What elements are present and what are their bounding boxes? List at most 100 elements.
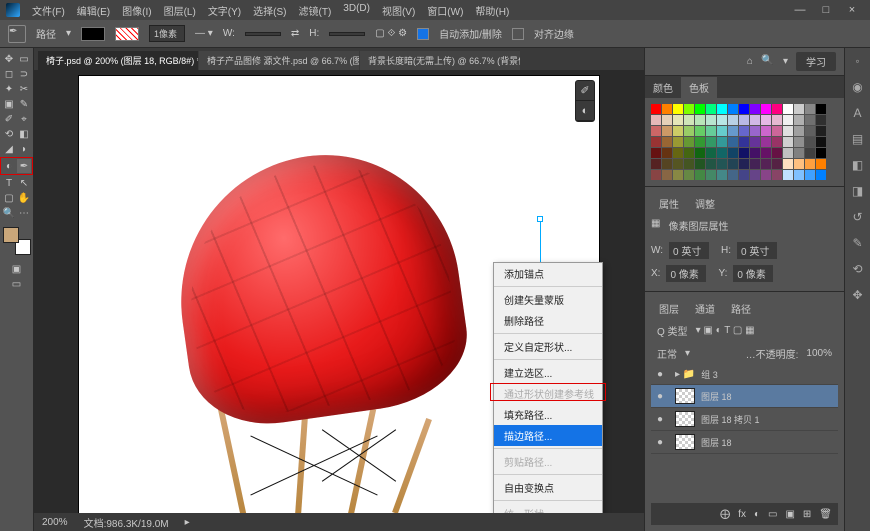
window-maximize[interactable]: □: [814, 4, 838, 16]
context-menu-item[interactable]: 定义自定形状...: [494, 336, 602, 357]
swatch[interactable]: [805, 170, 815, 180]
brush-mode-icon[interactable]: ◐: [576, 101, 594, 121]
paths-tab[interactable]: 路径: [723, 298, 759, 319]
layer-name[interactable]: 图层 18 拷贝 1: [701, 413, 832, 426]
swatch[interactable]: [717, 104, 727, 114]
swatch[interactable]: [695, 148, 705, 158]
swatch[interactable]: [728, 126, 738, 136]
swatch[interactable]: [805, 148, 815, 158]
swatch[interactable]: [651, 170, 661, 180]
swatch[interactable]: [772, 115, 782, 125]
context-menu-item[interactable]: 描边路径...: [494, 425, 602, 446]
layer-action-icon[interactable]: ⊞: [803, 509, 811, 520]
active-tool-icon[interactable]: ✒: [8, 25, 26, 43]
shape-tool[interactable]: ▢: [2, 191, 16, 205]
color-swatches[interactable]: [3, 227, 31, 255]
eyedropper-tool[interactable]: ✎: [17, 97, 31, 111]
properties-tab[interactable]: 属性: [651, 193, 687, 214]
menu-item[interactable]: 窗口(W): [421, 1, 469, 20]
window-minimize[interactable]: —: [788, 4, 812, 16]
swatch[interactable]: [728, 104, 738, 114]
w-field[interactable]: [245, 32, 281, 36]
swatch[interactable]: [794, 126, 804, 136]
swatch[interactable]: [728, 170, 738, 180]
swatch[interactable]: [673, 159, 683, 169]
swatch[interactable]: [684, 104, 694, 114]
swatch[interactable]: [761, 137, 771, 147]
brush-size-icon[interactable]: ✐: [576, 81, 594, 101]
swatch[interactable]: [816, 137, 826, 147]
swatch[interactable]: [772, 148, 782, 158]
swatch[interactable]: [794, 115, 804, 125]
collapsed-panel-icon[interactable]: ◉: [850, 80, 866, 96]
collapsed-panel-icon[interactable]: ✎: [850, 236, 866, 252]
swatch[interactable]: [673, 137, 683, 147]
swatch[interactable]: [706, 170, 716, 180]
layer-row[interactable]: ●图层 18: [651, 385, 838, 408]
adjustments-tab[interactable]: 调整: [687, 193, 723, 214]
layer-row[interactable]: ●▸ 📁组 3: [651, 365, 838, 385]
collapsed-panel-icon[interactable]: ◨: [850, 184, 866, 200]
swatch[interactable]: [651, 137, 661, 147]
mode-label[interactable]: 路径: [36, 26, 56, 41]
swatches-grid[interactable]: [645, 98, 844, 186]
canvas-controls[interactable]: ✐ ◐: [575, 80, 595, 122]
swatch[interactable]: [728, 137, 738, 147]
menu-item[interactable]: 文字(Y): [202, 1, 247, 20]
gradient-tool[interactable]: ◢: [2, 142, 16, 156]
prop-h[interactable]: 0 英寸: [737, 242, 777, 259]
swatch[interactable]: [684, 159, 694, 169]
swatch[interactable]: [739, 159, 749, 169]
type-tool[interactable]: T: [2, 176, 16, 190]
swatch[interactable]: [662, 170, 672, 180]
swatch[interactable]: [761, 170, 771, 180]
swatch[interactable]: [684, 148, 694, 158]
swatch[interactable]: [750, 115, 760, 125]
swatch[interactable]: [695, 115, 705, 125]
layer-thumb[interactable]: [675, 411, 695, 427]
swatch[interactable]: [728, 148, 738, 158]
swatch[interactable]: [772, 159, 782, 169]
menu-item[interactable]: 3D(D): [337, 1, 376, 20]
swatch[interactable]: [805, 104, 815, 114]
swatch[interactable]: [651, 148, 661, 158]
document-tab[interactable]: 椅子.psd @ 200% (图层 18, RGB/8#) *: [38, 51, 198, 70]
swatch[interactable]: [662, 148, 672, 158]
swatch[interactable]: [673, 148, 683, 158]
layer-thumb[interactable]: [675, 434, 695, 450]
context-menu-item[interactable]: 自由变换点: [494, 477, 602, 498]
swatch[interactable]: [783, 115, 793, 125]
context-menu-item[interactable]: 添加锚点: [494, 263, 602, 284]
swatch[interactable]: [772, 170, 782, 180]
swatch[interactable]: [673, 104, 683, 114]
dodge-tool[interactable]: ◐: [2, 159, 16, 173]
swatch[interactable]: [739, 104, 749, 114]
swatch[interactable]: [717, 170, 727, 180]
swatch[interactable]: [783, 159, 793, 169]
pen-tool[interactable]: ✒: [17, 159, 31, 173]
swatch[interactable]: [717, 159, 727, 169]
zoom-tool[interactable]: 🔍: [2, 206, 16, 220]
prop-y[interactable]: 0 像素: [733, 265, 773, 282]
channels-tab[interactable]: 通道: [687, 298, 723, 319]
swatch[interactable]: [717, 115, 727, 125]
screenmode-tool[interactable]: ▭: [10, 277, 24, 291]
layer-thumb[interactable]: [675, 388, 695, 404]
visibility-icon[interactable]: ●: [657, 369, 669, 380]
swatch[interactable]: [706, 137, 716, 147]
color-tab[interactable]: 颜色: [645, 77, 681, 98]
visibility-icon[interactable]: ●: [657, 391, 669, 402]
swatch[interactable]: [662, 104, 672, 114]
blur-tool[interactable]: ◗: [17, 142, 31, 156]
eraser-tool[interactable]: ◧: [17, 127, 31, 141]
layer-row[interactable]: ●图层 18 拷贝 1: [651, 408, 838, 431]
stroke-width[interactable]: 1像素: [149, 25, 185, 42]
visibility-icon[interactable]: ●: [657, 437, 669, 448]
swatches-tab[interactable]: 色板: [681, 77, 717, 98]
fill-swatch[interactable]: [81, 27, 105, 41]
swatch[interactable]: [805, 115, 815, 125]
menu-item[interactable]: 文件(F): [26, 1, 71, 20]
layer-name[interactable]: 组 3: [701, 368, 832, 381]
menu-item[interactable]: 编辑(E): [71, 1, 116, 20]
path-select-tool[interactable]: ↖: [17, 176, 31, 190]
